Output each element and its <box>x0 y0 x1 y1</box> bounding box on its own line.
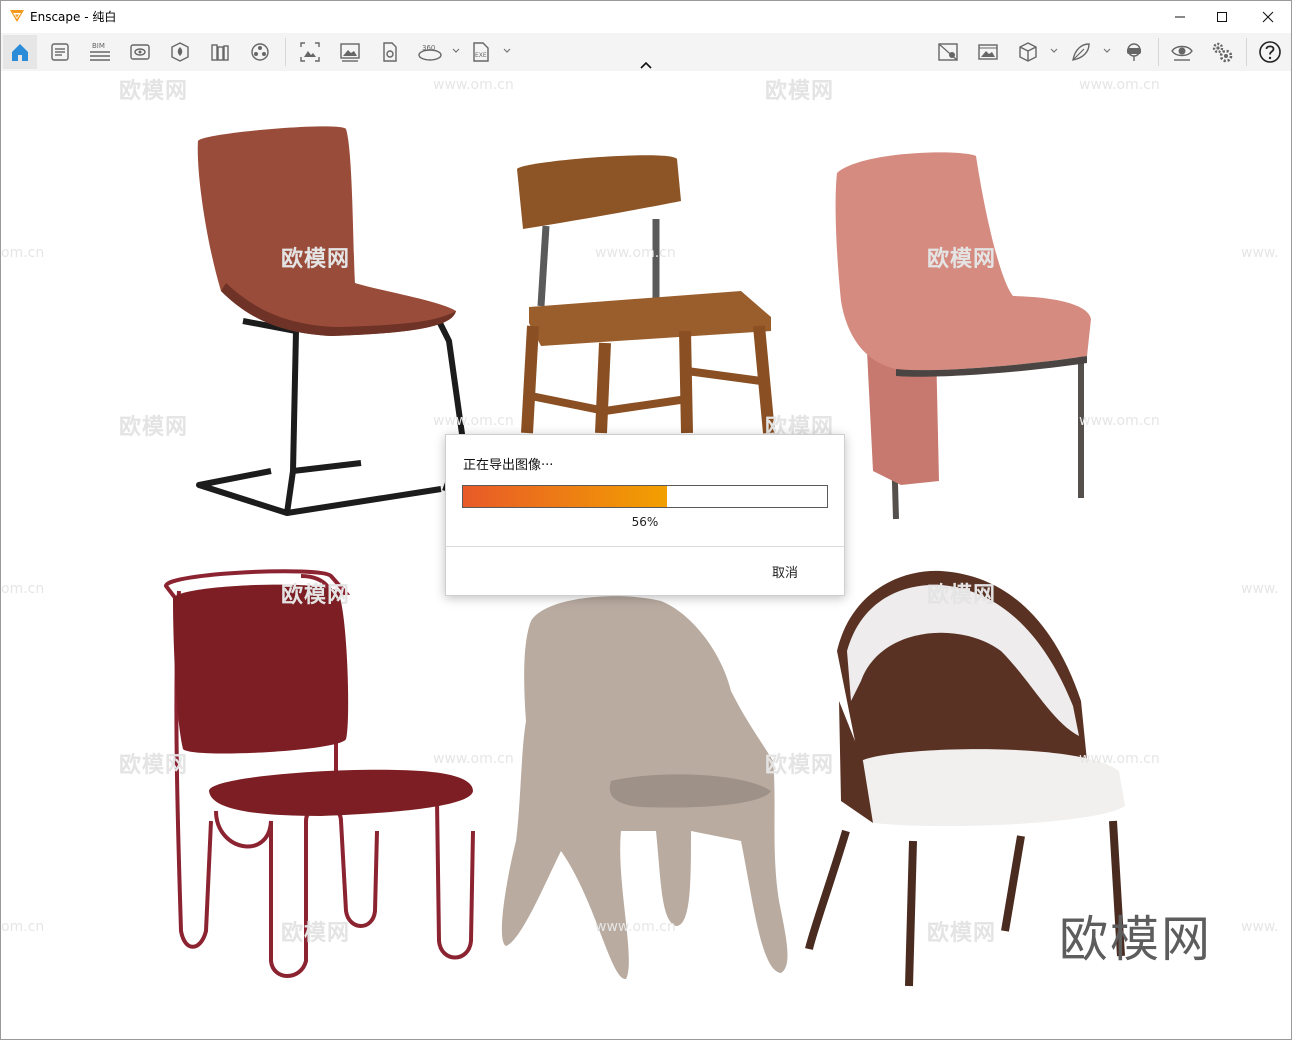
app-window: Enscape - 纯白 BIM 360 EXE 欧模网 www.om.cn 欧… <box>0 0 1292 1040</box>
export-file-icon <box>383 42 397 62</box>
exe-dropdown-chevron-icon[interactable] <box>502 46 512 56</box>
dialog-title: 正在导出图像··· <box>463 458 554 473</box>
batch-render-icon <box>340 43 360 62</box>
watermark-brand: 欧模网 <box>765 79 835 104</box>
watermark-site: www.om.cn <box>1079 413 1160 429</box>
exe-export-icon: EXE <box>473 42 489 62</box>
watermark-brand: 欧模网 <box>927 921 997 946</box>
watermark-site: www. <box>1241 245 1279 261</box>
object-icon <box>1019 42 1037 62</box>
help-button[interactable] <box>1253 35 1287 69</box>
screenshot-button[interactable] <box>293 35 327 69</box>
watermark-site: www.om.cn <box>433 77 514 93</box>
watermark-brand: 欧模网 <box>119 753 189 778</box>
bim-button[interactable]: BIM <box>83 35 117 69</box>
watermark-site: om.cn <box>1 581 45 597</box>
watermark-site: www.om.cn <box>433 413 514 429</box>
material-editor-button[interactable] <box>1064 35 1098 69</box>
minimize-button[interactable] <box>1157 1 1203 32</box>
home-button[interactable] <box>3 35 37 69</box>
watermark-brand: 欧模网 <box>765 753 835 778</box>
svg-text:EXE: EXE <box>475 52 487 59</box>
object-dropdown-chevron-icon[interactable] <box>1049 46 1059 56</box>
maximize-button[interactable] <box>1199 1 1245 32</box>
settings-icon <box>1212 42 1233 63</box>
collapse-toolbar-chevron-icon[interactable] <box>638 59 654 73</box>
vr-headset-icon <box>1127 43 1141 61</box>
asset-library-icon <box>171 42 189 62</box>
toolbar-separator <box>1158 38 1159 66</box>
export-progress-dialog: 正在导出图像··· 56% 取消 <box>445 434 845 596</box>
watermark-brand: 欧模网 <box>281 247 351 272</box>
watermark-brand: 欧模网 <box>927 247 997 272</box>
toolbar-separator <box>285 38 286 66</box>
watermark-site: www. <box>1241 581 1279 597</box>
title-bar: Enscape - 纯白 <box>1 1 1291 32</box>
asset-library-button[interactable] <box>163 35 197 69</box>
close-button[interactable] <box>1245 1 1291 32</box>
exe-export-button[interactable]: EXE <box>464 35 498 69</box>
enscape-logo-icon <box>10 10 24 22</box>
toolbar-separator <box>1246 38 1247 66</box>
materials-icon <box>251 43 269 61</box>
chair-wooden-school <box>517 155 775 434</box>
watermark-site: www.om.cn <box>595 919 676 935</box>
export-progress-bar <box>462 485 828 508</box>
watermark-site: om.cn <box>1 919 45 935</box>
object-button[interactable] <box>1011 35 1045 69</box>
help-icon <box>1259 41 1281 63</box>
chair-leather-cantilever <box>196 126 467 516</box>
watermark-site: www.om.cn <box>595 245 676 261</box>
vr-headset-button[interactable] <box>1117 35 1151 69</box>
visual-settings-button[interactable] <box>123 35 157 69</box>
image-gallery-icon <box>978 44 998 60</box>
visual-settings-icon <box>130 44 150 60</box>
screenshot-icon <box>300 42 320 62</box>
settings-button[interactable] <box>1205 35 1239 69</box>
image-gallery-button[interactable] <box>971 35 1005 69</box>
panorama-dropdown-chevron-icon[interactable] <box>451 46 461 56</box>
minimize-icon <box>1175 16 1185 17</box>
watermark-site: om.cn <box>1 245 45 261</box>
eye-icon <box>1171 45 1193 61</box>
mini-map-icon <box>938 43 958 61</box>
close-icon <box>1262 11 1274 22</box>
maximize-icon <box>1217 11 1227 22</box>
bim-icon: BIM <box>90 42 110 61</box>
watermark-brand: 欧模网 <box>927 583 997 608</box>
window-title: Enscape - 纯白 <box>30 10 117 24</box>
chair-pink-fabric <box>835 152 1091 520</box>
material-dropdown-chevron-icon[interactable] <box>1102 46 1112 56</box>
libraries-icon <box>211 44 229 61</box>
materials-button[interactable] <box>243 35 277 69</box>
progress-percent-text: 56% <box>631 515 659 529</box>
export-video-button[interactable] <box>373 35 407 69</box>
home-icon <box>12 44 28 61</box>
libraries-button[interactable] <box>203 35 237 69</box>
batch-render-button[interactable] <box>333 35 367 69</box>
mini-map-button[interactable] <box>931 35 965 69</box>
watermark-site: www.om.cn <box>1079 77 1160 93</box>
progress-fill <box>463 486 667 507</box>
watermark-brand: 欧模网 <box>119 79 189 104</box>
watermark-brand: 欧模网 <box>281 921 351 946</box>
material-editor-icon <box>1072 43 1090 61</box>
view-settings-button[interactable] <box>1165 35 1199 69</box>
watermark-site: www.om.cn <box>1079 751 1160 767</box>
svg-text:BIM: BIM <box>92 42 105 50</box>
document-button[interactable] <box>43 35 77 69</box>
panorama-button[interactable]: 360 <box>413 35 447 69</box>
watermark-brand: 欧模网 <box>119 415 189 440</box>
dialog-divider <box>446 546 844 547</box>
cancel-button[interactable]: 取消 <box>772 562 798 581</box>
watermark-site: www.om.cn <box>433 751 514 767</box>
watermark-brand: 欧模网 <box>281 583 351 608</box>
360-view-icon: 360 <box>418 44 442 61</box>
watermark-big-brand: 欧模网 <box>1059 911 1213 968</box>
document-icon <box>51 43 69 61</box>
watermark-site: www. <box>1241 919 1279 935</box>
render-viewport[interactable]: 欧模网 www.om.cn 欧模网 www.om.cn om.cn 欧模网 ww… <box>1 71 1291 1039</box>
